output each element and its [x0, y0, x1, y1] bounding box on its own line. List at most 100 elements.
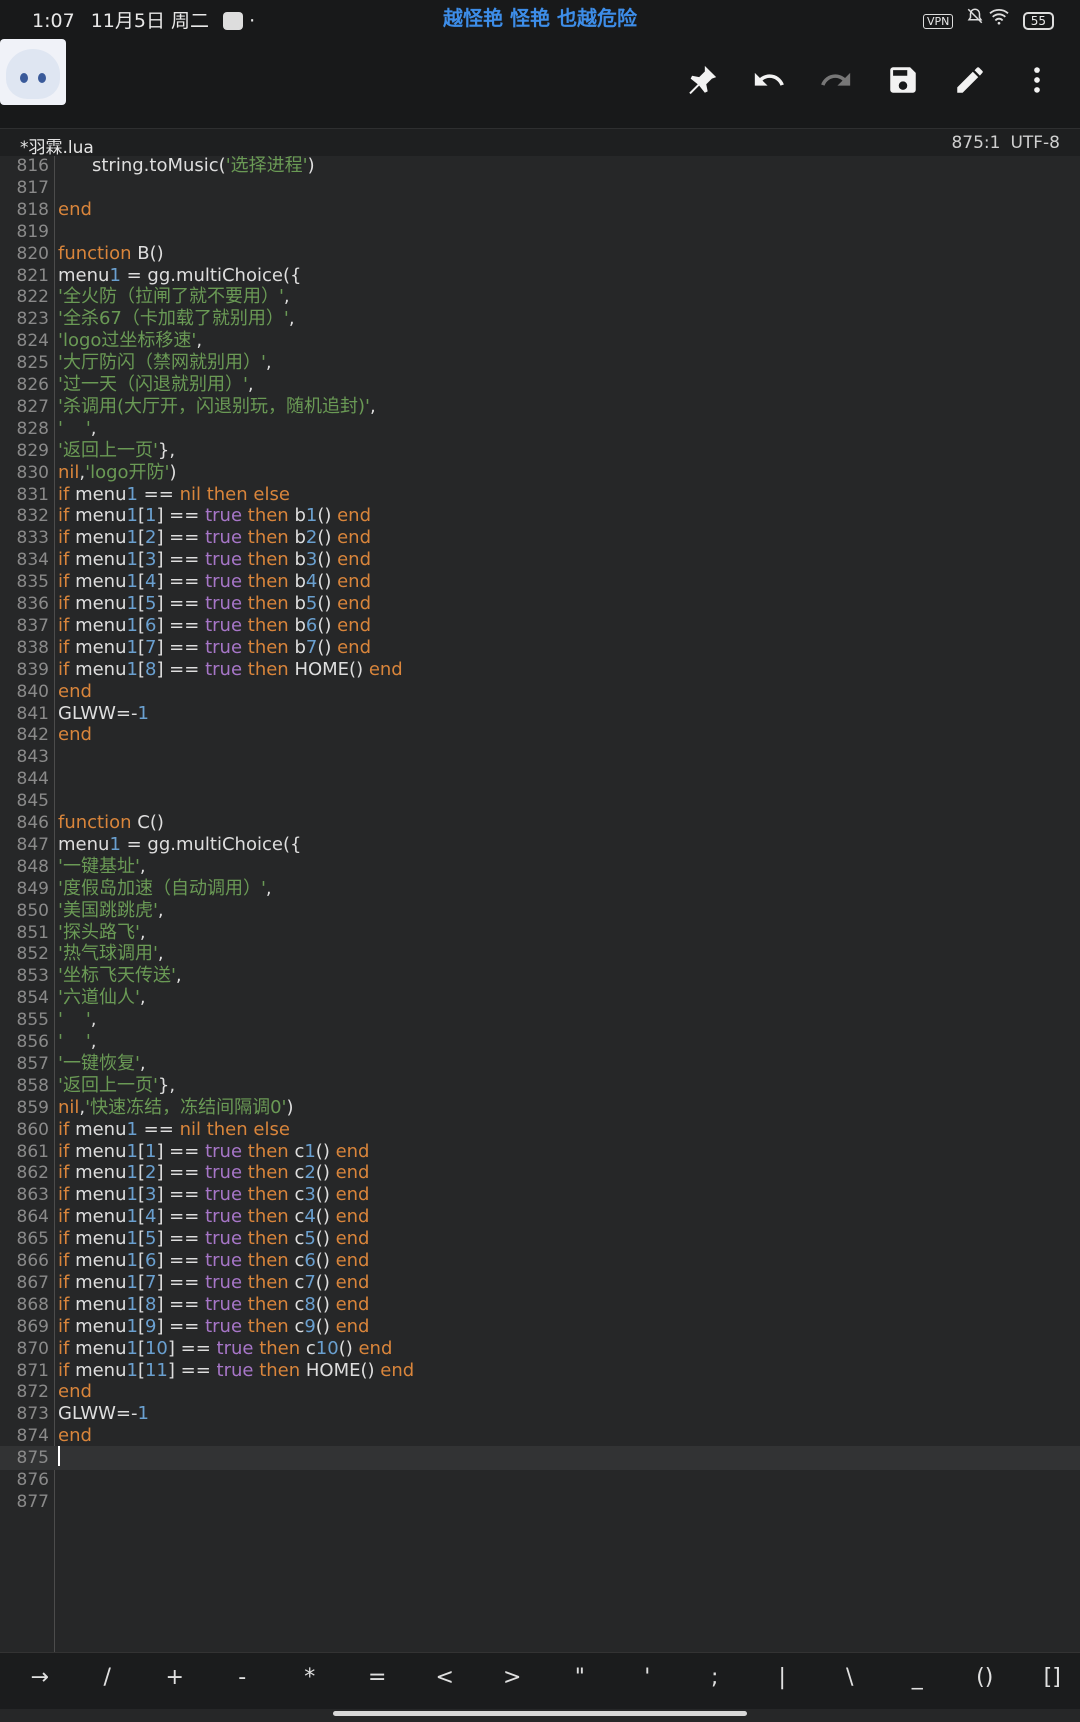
code-line[interactable]: 837 if menu1[6] == true then b6() end [0, 614, 1080, 638]
symbol-key[interactable]: - [212, 1665, 272, 1690]
code-line[interactable]: 848 '一键基址', [0, 855, 1080, 879]
code-line[interactable]: 831 if menu1 == nil then else [0, 483, 1080, 507]
symbol-key[interactable]: ; [685, 1665, 745, 1690]
code-line[interactable]: 818 end [0, 198, 1080, 222]
redo-button[interactable] [802, 50, 869, 110]
code-line[interactable]: 858 '返回上一页'}, [0, 1074, 1080, 1098]
code-line[interactable]: 856 ' ', [0, 1030, 1080, 1054]
code-line[interactable]: 876 [0, 1468, 1080, 1492]
code-line[interactable]: 851 '探头路飞', [0, 921, 1080, 945]
code-line[interactable]: 817 [0, 176, 1080, 200]
gesture-nav-handle[interactable] [333, 1711, 747, 1716]
line-code: nil,'快速冻结，冻结间隔调0') [58, 1096, 294, 1118]
symbol-key[interactable]: → [10, 1665, 70, 1690]
line-number: 839 [16, 659, 49, 680]
code-line[interactable]: 854 '六道仙人', [0, 986, 1080, 1010]
code-line[interactable]: 843 [0, 745, 1080, 769]
code-line[interactable]: 877 [0, 1490, 1080, 1514]
symbol-key[interactable]: () [955, 1665, 1015, 1690]
code-line[interactable]: 825 '大厅防闪（禁网就别用）', [0, 351, 1080, 375]
code-editor[interactable]: 816 string.toMusic('选择进程') 817 818 end 819 820… [0, 156, 1080, 1652]
code-line[interactable]: 865 if menu1[5] == true then c5() end [0, 1227, 1080, 1251]
code-line[interactable]: 839 if menu1[8] == true then HOME() end [0, 658, 1080, 682]
code-line[interactable]: 855 ' ', [0, 1008, 1080, 1032]
symbol-key[interactable]: + [145, 1665, 205, 1690]
line-number: 828 [16, 418, 49, 439]
line-code: if menu1[4] == true then c4() end [58, 1206, 370, 1228]
undo-button[interactable] [735, 50, 802, 110]
code-line[interactable]: 838 if menu1[7] == true then b7() end [0, 636, 1080, 660]
code-line[interactable]: 859 nil,'快速冻结，冻结间隔调0') [0, 1096, 1080, 1120]
save-button[interactable] [869, 50, 936, 110]
line-code: nil,'logo开防') [58, 461, 177, 483]
line-number: 842 [16, 725, 49, 746]
code-line[interactable]: 860 if menu1 == nil then else [0, 1118, 1080, 1142]
symbol-key[interactable]: = [347, 1665, 407, 1690]
code-line[interactable]: 873 GLWW=-1 [0, 1402, 1080, 1426]
code-line[interactable]: 826 '过一天（闪退就别用）', [0, 373, 1080, 397]
symbol-key[interactable]: _ [887, 1665, 947, 1690]
more-options-button[interactable] [1003, 50, 1070, 110]
code-line[interactable]: 828 ' ', [0, 417, 1080, 441]
line-code: if menu1[1] == true then c1() end [58, 1140, 370, 1162]
code-line[interactable]: 819 [0, 220, 1080, 244]
code-line[interactable]: 871 if menu1[11] == true then HOME() end [0, 1359, 1080, 1383]
code-line[interactable]: 874 end [0, 1424, 1080, 1448]
code-line[interactable]: 861 if menu1[1] == true then c1() end [0, 1140, 1080, 1164]
code-line[interactable]: 822 '全火防（拉闸了就不要用）', [0, 285, 1080, 309]
file-encoding[interactable]: UTF-8 [1010, 133, 1060, 153]
symbol-key[interactable]: " [550, 1665, 610, 1690]
code-line[interactable]: 857 '一键恢复', [0, 1052, 1080, 1076]
code-line[interactable]: 846 function C() [0, 811, 1080, 835]
symbol-key[interactable]: [] [1022, 1665, 1080, 1690]
symbol-key[interactable]: \ [820, 1665, 880, 1690]
code-line[interactable]: 840 end [0, 680, 1080, 704]
code-line[interactable]: 868 if menu1[8] == true then c8() end [0, 1293, 1080, 1317]
code-line[interactable]: 849 '度假岛加速（自动调用）', [0, 877, 1080, 901]
edit-button[interactable] [936, 50, 1003, 110]
symbol-key[interactable]: * [280, 1665, 340, 1690]
code-line[interactable]: 853 '坐标飞天传送', [0, 964, 1080, 988]
file-tab[interactable]: *羽霖.lua [20, 133, 94, 158]
code-line[interactable]: 823 '全杀67（卡加载了就别用）', [0, 307, 1080, 331]
code-line[interactable]: 869 if menu1[9] == true then c9() end [0, 1315, 1080, 1339]
symbol-key[interactable]: ' [617, 1665, 677, 1690]
code-line[interactable]: 875 [0, 1446, 1080, 1471]
symbol-key[interactable]: < [415, 1665, 475, 1690]
code-line[interactable]: 834 if menu1[3] == true then b3() end [0, 548, 1080, 572]
code-line[interactable]: 862 if menu1[2] == true then c2() end [0, 1161, 1080, 1185]
code-line[interactable]: 841 GLWW=-1 [0, 702, 1080, 726]
code-line[interactable]: 863 if menu1[3] == true then c3() end [0, 1183, 1080, 1207]
code-line[interactable]: 847 menu1 = gg.multiChoice({ [0, 833, 1080, 857]
code-line[interactable]: 820 function B() [0, 242, 1080, 266]
code-line[interactable]: 850 '美国跳跳虎', [0, 899, 1080, 923]
symbol-key[interactable]: | [752, 1665, 812, 1690]
pin-button[interactable] [668, 50, 735, 110]
line-code: '六道仙人', [58, 987, 146, 1009]
code-line[interactable]: 844 [0, 767, 1080, 791]
code-line[interactable]: 842 end [0, 723, 1080, 747]
code-line[interactable]: 867 if menu1[7] == true then c7() end [0, 1271, 1080, 1295]
code-line[interactable]: 821 menu1 = gg.multiChoice({ [0, 264, 1080, 288]
symbol-key[interactable]: > [482, 1665, 542, 1690]
code-line[interactable]: 829 '返回上一页'}, [0, 439, 1080, 463]
symbol-key[interactable]: / [77, 1665, 137, 1690]
code-line[interactable]: 866 if menu1[6] == true then c6() end [0, 1249, 1080, 1273]
code-line[interactable]: 872 end [0, 1380, 1080, 1404]
undo-icon [754, 72, 784, 86]
code-line[interactable]: 827 '杀调用(大厅开，闪退别玩，随机追封)', [0, 395, 1080, 419]
code-line[interactable]: 824 'logo过坐标移速', [0, 329, 1080, 353]
code-line[interactable]: 845 [0, 789, 1080, 813]
line-number: 871 [16, 1360, 49, 1381]
code-line[interactable]: 832 if menu1[1] == true then b1() end [0, 504, 1080, 528]
code-line[interactable]: 816 string.toMusic('选择进程') [0, 156, 1080, 178]
code-line[interactable]: 833 if menu1[2] == true then b2() end [0, 526, 1080, 550]
avatar[interactable] [0, 39, 66, 105]
code-line[interactable]: 835 if menu1[4] == true then b4() end [0, 570, 1080, 594]
code-line[interactable]: 870 if menu1[10] == true then c10() end [0, 1337, 1080, 1361]
code-line[interactable]: 864 if menu1[4] == true then c4() end [0, 1205, 1080, 1229]
code-line[interactable]: 852 '热气球调用', [0, 942, 1080, 966]
code-line[interactable]: 830 nil,'logo开防') [0, 461, 1080, 485]
line-code: end [58, 680, 92, 702]
code-line[interactable]: 836 if menu1[5] == true then b5() end [0, 592, 1080, 616]
